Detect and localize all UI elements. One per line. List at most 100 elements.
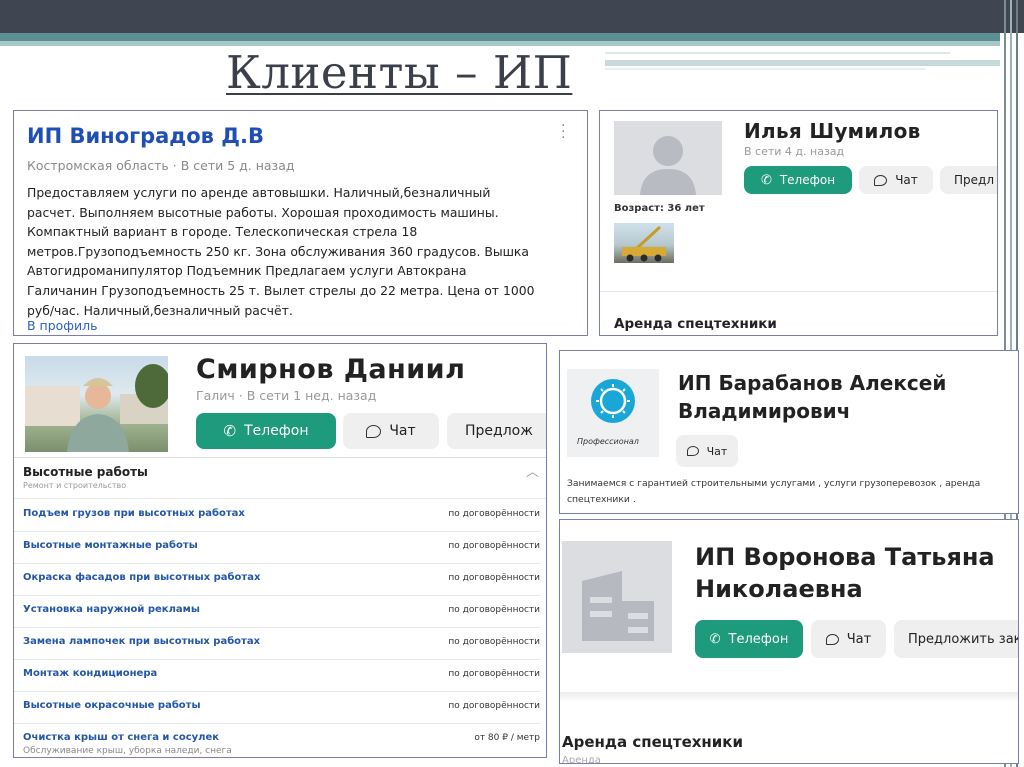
service-name: Замена лампочек при высотных работах <box>23 636 261 647</box>
header-rule <box>605 68 925 70</box>
section-title: Аренда спецтехники <box>562 733 743 751</box>
description-line: Автогидроманипулятор Подъемник Предлагае… <box>27 263 467 279</box>
client-card-voronova: ИП Воронова Татьяна Николаевна ✆ Телефон … <box>559 519 1019 764</box>
description-line: спецтехники . <box>567 494 636 505</box>
service-name: Высотные монтажные работы <box>23 540 198 551</box>
client-name-line1[interactable]: ИП Барабанов Алексей <box>678 371 946 395</box>
service-price: по договорённости <box>448 573 540 583</box>
company-logo: Профессионал <box>567 369 659 457</box>
phone-button[interactable]: ✆ Телефон <box>196 413 336 449</box>
person-silhouette-icon <box>640 136 696 195</box>
offer-button-label: Предлож <box>465 423 533 439</box>
service-name: Окраска фасадов при высотных работах <box>23 572 261 583</box>
description-line: расчет. Выполняем высотные работы. Хорош… <box>27 204 499 220</box>
chat-button[interactable]: Чат <box>811 620 886 658</box>
phone-button[interactable]: ✆ Телефон <box>744 166 852 194</box>
chat-icon <box>874 174 888 186</box>
chat-icon <box>686 446 699 456</box>
client-card-smirnov: Смирнов Даниил Галич · В сети 1 нед. наз… <box>13 343 547 758</box>
client-age: Возраст: 36 лет <box>614 203 705 214</box>
client-meta: Костромская область · В сети 5 д. назад <box>27 158 295 173</box>
more-vertical-icon[interactable]: · · · <box>561 119 565 145</box>
chat-button-label: Чат <box>846 631 872 647</box>
client-name[interactable]: Смирнов Даниил <box>196 354 465 385</box>
service-price: по договорённости <box>448 541 540 551</box>
client-name[interactable]: ИП Виноградов Д.В <box>27 124 264 148</box>
logo-caption: Профессионал <box>577 437 639 446</box>
company-logo <box>562 541 672 653</box>
service-name: Установка наружной рекламы <box>23 604 200 615</box>
building-placeholder-icon <box>582 571 654 641</box>
profile-link[interactable]: В профиль <box>27 318 97 333</box>
header-bar <box>0 0 1024 33</box>
chat-button-label: Чат <box>895 173 918 187</box>
client-name-line1[interactable]: ИП Воронова Татьяна <box>695 543 995 571</box>
service-price: по договорённости <box>448 605 540 615</box>
phone-icon: ✆ <box>223 422 237 440</box>
phone-button[interactable]: ✆ Телефон <box>695 620 803 658</box>
divider <box>560 692 1018 702</box>
section-subtitle: Аренда <box>562 755 601 764</box>
client-name-line2[interactable]: Владимирович <box>678 399 850 423</box>
description-line: Галичанин Грузоподъемность 25 т. Вылет с… <box>27 282 535 298</box>
chat-button[interactable]: Чат <box>859 166 933 194</box>
client-card-vinogradov: ИП Виноградов Д.В · · · Костромская област… <box>13 110 588 336</box>
chat-button[interactable]: Чат <box>676 435 738 467</box>
category-subtitle: Ремонт и строительство <box>23 481 127 490</box>
service-price: по договорённости <box>448 509 540 519</box>
chat-icon <box>825 633 839 645</box>
avatar <box>614 121 722 195</box>
service-name: Высотные окрасочные работы <box>23 700 201 711</box>
client-name[interactable]: Илья Шумилов <box>744 119 921 143</box>
chat-button-label: Чат <box>706 444 728 458</box>
service-subtext: Обслуживание крыш, уборка наледи, снега <box>23 746 232 756</box>
person-photo-icon <box>25 364 168 452</box>
crane-truck-icon <box>622 225 666 262</box>
service-row[interactable]: Подъем грузов при высотных работах по до… <box>14 499 540 532</box>
phone-icon: ✆ <box>709 631 721 647</box>
header-accent <box>0 33 1000 41</box>
service-name: Очистка крыш от снега и сосулек <box>23 732 220 743</box>
header-rule <box>605 52 950 54</box>
service-row[interactable]: Высотные окрасочные работы по договорённ… <box>14 691 540 724</box>
description-line: Занимаемся с гарантией строительными усл… <box>567 478 981 489</box>
client-card-barabanov: Профессионал ИП Барабанов Алексей Владим… <box>559 350 1019 514</box>
offer-button-label: Предложить зака <box>908 631 1019 647</box>
avatar <box>25 356 168 452</box>
client-card-shumilov: Илья Шумилов В сети 4 д. назад ✆ Телефон … <box>599 110 998 336</box>
phone-icon: ✆ <box>760 172 772 188</box>
header-rule <box>605 60 1000 66</box>
service-row[interactable]: Монтаж кондиционера по договорённости <box>14 659 540 692</box>
offer-button[interactable]: Предложить зака <box>894 620 1019 658</box>
chat-button[interactable]: Чат <box>343 413 439 449</box>
service-price: по договорённости <box>448 669 540 679</box>
description-line: метров.Грузоподъемность 250 кг. Зона обс… <box>27 243 530 259</box>
offer-button[interactable]: Предл <box>940 166 997 194</box>
service-name: Монтаж кондиционера <box>23 668 158 679</box>
service-row[interactable]: Замена лампочек при высотных работах по … <box>14 627 540 660</box>
vehicle-photo[interactable] <box>614 223 674 263</box>
service-price: по договорённости <box>448 637 540 647</box>
service-price: по договорённости <box>448 701 540 711</box>
phone-button-label: Телефон <box>779 173 836 187</box>
slide-title: Клиенты – ИП <box>226 46 573 99</box>
description-line: Компактный вариант в городе. Телескопиче… <box>27 224 418 240</box>
offer-button[interactable]: Предлож <box>447 413 546 449</box>
phone-button-label: Телефон <box>244 423 309 439</box>
divider <box>600 291 997 292</box>
service-price: от 80 ₽ / метр <box>474 733 540 743</box>
divider <box>14 457 546 458</box>
client-meta: Галич · В сети 1 нед. назад <box>196 388 377 403</box>
category-title: Высотные работы <box>23 465 148 479</box>
client-name-line2[interactable]: Николаевна <box>695 575 863 603</box>
service-row[interactable]: Высотные монтажные работы по договорённо… <box>14 531 540 564</box>
collapse-chevron-icon[interactable]: ︿ <box>526 461 539 480</box>
service-row[interactable]: Окраска фасадов при высотных работах по … <box>14 563 540 596</box>
offer-button-label: Предл <box>954 173 994 187</box>
chat-button-label: Чат <box>389 423 416 439</box>
sun-logo-icon <box>591 379 635 423</box>
client-meta: В сети 4 д. назад <box>744 145 845 158</box>
service-row[interactable]: Установка наружной рекламы по договорённ… <box>14 595 540 628</box>
chat-icon <box>366 424 382 438</box>
section-title: Аренда спецтехники <box>614 316 777 332</box>
